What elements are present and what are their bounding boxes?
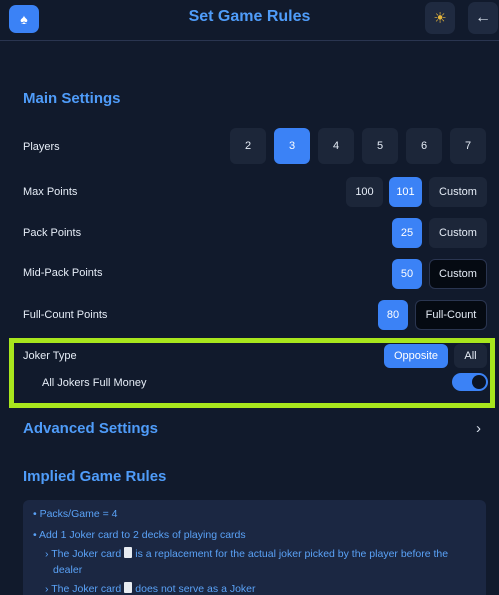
players-option-6[interactable]: 6 [406, 128, 442, 164]
chevron-right-icon[interactable]: › [476, 420, 481, 437]
mid-pack-points-option-50[interactable]: 50 [392, 259, 422, 289]
joker-type-all-button[interactable]: All [454, 344, 487, 368]
arrow-left-icon: ← [475, 9, 491, 26]
rule-joker-not-joker: › The Joker card does not serve as a Joke… [45, 582, 256, 595]
players-option-4[interactable]: 4 [318, 128, 354, 164]
players-option-5[interactable]: 5 [362, 128, 398, 164]
players-option-2[interactable]: 2 [230, 128, 266, 164]
full-count-points-label: Full-Count Points [23, 309, 108, 321]
max-points-custom-button[interactable]: Custom [429, 177, 487, 207]
players-option-7[interactable]: 7 [450, 128, 486, 164]
rule-joker-replacement-cont: dealer [53, 564, 83, 576]
all-jokers-full-money-toggle[interactable] [452, 373, 488, 391]
max-points-option-100[interactable]: 100 [346, 177, 383, 207]
advanced-settings-title[interactable]: Advanced Settings [23, 420, 158, 437]
mid-pack-points-custom-button[interactable]: Custom [429, 259, 487, 289]
joker-card-icon [124, 582, 133, 593]
spade-icon[interactable]: ♠ [9, 5, 39, 33]
all-jokers-full-money-label: All Jokers Full Money [42, 377, 147, 389]
implied-rules-title: Implied Game Rules [23, 468, 167, 485]
toggle-knob [472, 375, 486, 389]
sun-icon: ☀ [433, 10, 447, 27]
rule-packs-per-game: • Packs/Game = 4 [33, 508, 118, 520]
back-button[interactable]: ← [468, 2, 498, 34]
theme-toggle-button[interactable]: ☀ [425, 2, 455, 34]
mid-pack-points-label: Mid-Pack Points [23, 267, 103, 279]
joker-type-opposite-button[interactable]: Opposite [384, 344, 448, 368]
rule-joker-replacement: › The Joker card is a replacement for the… [45, 547, 449, 560]
joker-type-label: Joker Type [23, 350, 77, 362]
app-header: ♠ Set Game Rules ☀ ← [0, 0, 499, 41]
max-points-label: Max Points [23, 186, 78, 198]
joker-card-icon [124, 547, 133, 558]
pack-points-label: Pack Points [23, 227, 82, 239]
players-option-3[interactable]: 3 [274, 128, 310, 164]
pack-points-custom-button[interactable]: Custom [429, 218, 487, 248]
full-count-button[interactable]: Full-Count [415, 300, 487, 330]
pack-points-option-25[interactable]: 25 [392, 218, 422, 248]
implied-rules-box: • Packs/Game = 4 • Add 1 Joker card to 2… [23, 500, 486, 595]
main-settings-title: Main Settings [23, 90, 121, 107]
max-points-option-101[interactable]: 101 [389, 177, 422, 207]
full-count-points-option-80[interactable]: 80 [378, 300, 408, 330]
players-label: Players [23, 141, 60, 153]
rule-add-joker: • Add 1 Joker card to 2 decks of playing… [33, 529, 246, 541]
